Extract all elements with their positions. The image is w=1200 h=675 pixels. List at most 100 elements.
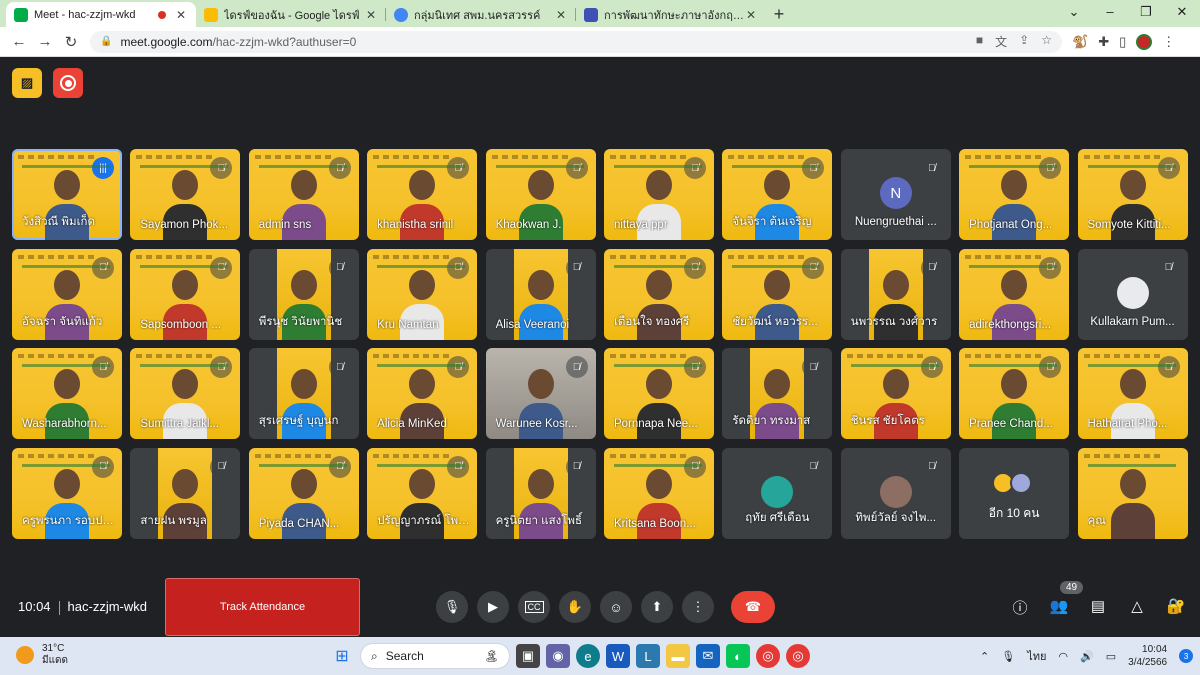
tab-meet[interactable]: Meet - hac-zzjm-wkd ✕ bbox=[6, 2, 196, 27]
participant-tile[interactable]: 🎙̸ Kullakarn Pum... bbox=[1077, 248, 1188, 340]
tab-drive[interactable]: ไดรฟ์ของฉัน - Google ไดรฟ์ ✕ bbox=[196, 2, 386, 27]
participant-tile[interactable]: 🎙̸ khanistha srinil bbox=[367, 149, 478, 240]
participant-tile[interactable]: 🎙̸ ครูนิตยา แสงโพธิ์ bbox=[485, 447, 596, 539]
participant-tile[interactable]: 🎙̸ Sayamon Phok... bbox=[130, 149, 241, 240]
participant-tile[interactable]: 🎙̸ ฤทัย ศรีเดือน bbox=[722, 447, 833, 539]
extension-icon[interactable]: 🐒 bbox=[1072, 34, 1088, 50]
reactions-button[interactable]: ☺ bbox=[600, 591, 632, 623]
participant-tile[interactable]: คุณ bbox=[1077, 447, 1188, 539]
close-tab-icon[interactable]: ✕ bbox=[744, 8, 758, 22]
camera-button[interactable]: ▶ bbox=[477, 591, 509, 623]
tab-english-skills[interactable]: การพัฒนาทักษะภาษาอังกฤษ English ✕ bbox=[576, 2, 766, 27]
bookmark-star-icon[interactable]: ☆ bbox=[1041, 33, 1052, 50]
mail-icon[interactable]: ✉ bbox=[696, 644, 720, 668]
close-window-button[interactable]: ✕ bbox=[1164, 0, 1200, 27]
participant-tile[interactable]: 🎙̸ Warunee Kosr... bbox=[485, 348, 596, 440]
back-button[interactable]: ← bbox=[6, 33, 32, 50]
taskbar-search[interactable]: ⌕ Search 🏝 bbox=[360, 643, 510, 669]
translate-icon[interactable]: 文 bbox=[995, 33, 1007, 50]
reload-button[interactable]: ↻ bbox=[58, 33, 84, 51]
wifi-icon[interactable]: ◠ bbox=[1058, 650, 1068, 663]
participant-tile[interactable]: 🎙̸ ชินรส ชัยโคตร bbox=[840, 348, 951, 440]
side-panel-icon[interactable]: ▯ bbox=[1119, 34, 1126, 50]
restore-button[interactable]: ❐ bbox=[1128, 0, 1164, 27]
forward-button[interactable]: → bbox=[32, 33, 58, 50]
people-button[interactable]: 👥 bbox=[1049, 597, 1069, 618]
participant-tile[interactable]: 🎙̸ Sapsomboon ... bbox=[130, 248, 241, 340]
task-view-icon[interactable]: ▣ bbox=[516, 644, 540, 668]
participant-tile[interactable]: 🎙̸ Kru Namtan bbox=[367, 248, 478, 340]
participant-tile[interactable]: 🎙̸ Photjanat Ong... bbox=[959, 149, 1070, 240]
participant-tile[interactable]: 🎙̸ รัดดิยา ทรงมาส bbox=[722, 348, 833, 440]
track-attendance-button[interactable]: Track Attendance bbox=[165, 578, 360, 636]
participant-tile[interactable]: 🎙̸ Hathairat Pho... bbox=[1077, 348, 1188, 440]
participant-tile[interactable]: 🎙̸ นพวรรณ วงศ์วาร bbox=[840, 248, 951, 340]
participant-tile[interactable]: 🎙̸ admin sns bbox=[248, 149, 359, 240]
lock-icon[interactable]: 🔒 bbox=[100, 36, 112, 47]
participant-tile[interactable]: 🎙̸ จันจิรา ต้นเจริญ bbox=[722, 149, 833, 240]
present-button[interactable]: ⬆ bbox=[641, 591, 673, 623]
profile-avatar[interactable] bbox=[1136, 33, 1153, 50]
menu-kebab-icon[interactable]: ⋮ bbox=[1162, 34, 1175, 50]
windows-start-icon[interactable]: ⊞ bbox=[330, 644, 354, 668]
chat-button[interactable]: ▤ bbox=[1088, 597, 1108, 618]
volume-icon[interactable]: 🔊 bbox=[1080, 650, 1094, 663]
captions-button[interactable]: CC bbox=[518, 591, 550, 623]
participant-tile[interactable]: 🎙̸ Somyote Kittiti... bbox=[1077, 149, 1188, 240]
line-l-icon[interactable]: L bbox=[636, 644, 660, 668]
clock[interactable]: 10:04 3/4/2566 bbox=[1128, 643, 1167, 669]
participant-tile[interactable]: 🎙̸ Kritsana Boon... bbox=[603, 447, 714, 539]
meeting-details-button[interactable]: ⓘ bbox=[1010, 597, 1030, 618]
hide-self-view-button[interactable]: ▨ bbox=[12, 68, 42, 98]
raise-hand-button[interactable]: ✋ bbox=[559, 591, 591, 623]
activities-button[interactable]: △ bbox=[1127, 597, 1147, 618]
camera-in-use-icon[interactable]: ■ bbox=[976, 33, 983, 50]
participant-tile[interactable]: N 🎙̸ Nuengruethai ... bbox=[840, 149, 951, 240]
address-bar[interactable]: 🔒 meet.google.com /hac-zzjm-wkd?authuser… bbox=[90, 30, 1062, 53]
participant-tile[interactable]: 🎙̸ Khaokwan J. bbox=[485, 149, 596, 240]
notification-badge[interactable]: 3 bbox=[1179, 649, 1194, 663]
participant-tile[interactable]: 🎙̸ พีรนุช วินัยพานิช bbox=[248, 248, 359, 340]
weather-widget[interactable]: 31°C มีแดด bbox=[16, 643, 68, 667]
word-icon[interactable]: W bbox=[606, 644, 630, 668]
participant-tile[interactable]: 🎙̸ สายฝน พรมูล bbox=[130, 447, 241, 539]
show-hidden-icons-icon[interactable]: ⌃ bbox=[980, 650, 989, 663]
participant-tile[interactable]: 🎙̸ Washarabhorn... bbox=[12, 348, 122, 440]
input-language[interactable]: ไทย bbox=[1027, 647, 1046, 665]
share-icon[interactable]: ⇪ bbox=[1019, 33, 1029, 50]
participant-tile[interactable]: 🎙̸ Sumittra Jaikl... bbox=[130, 348, 241, 440]
participant-tile[interactable]: 🎙̸ อัจฉรา จันทิแก้ว bbox=[12, 248, 122, 340]
teams-chat-icon[interactable]: ◉ bbox=[546, 644, 570, 668]
mic-button[interactable]: 🎙 bbox=[436, 591, 468, 623]
edge-icon[interactable]: e bbox=[576, 644, 600, 668]
host-controls-button[interactable]: 🔐 bbox=[1166, 597, 1186, 618]
tab-search-button[interactable]: ⌄ bbox=[1056, 0, 1092, 27]
close-tab-icon[interactable]: ✕ bbox=[364, 8, 378, 22]
new-tab-button[interactable]: + bbox=[766, 2, 792, 27]
participant-tile[interactable]: 🎙̸ nittaya ppr bbox=[603, 149, 714, 240]
participant-tile[interactable]: 🎙̸ Pornnapa Nee... bbox=[603, 348, 714, 440]
mic-tray-icon[interactable]: 🎙 bbox=[1001, 650, 1015, 663]
chrome-icon[interactable]: ◎ bbox=[756, 644, 780, 668]
participant-tile[interactable]: 🎙̸ adirekthongsri... bbox=[959, 248, 1070, 340]
participant-tile[interactable]: 🎙̸ Alicia MinKed bbox=[367, 348, 478, 440]
close-tab-icon[interactable]: ✕ bbox=[174, 8, 188, 22]
participant-tile[interactable]: 🎙̸ สุรเศรษฐ์ บุญนก bbox=[248, 348, 359, 440]
close-tab-icon[interactable]: ✕ bbox=[554, 8, 568, 22]
line-app-icon[interactable]: ◐ bbox=[726, 644, 750, 668]
participant-tile[interactable]: 🎙̸ ทิพย์วัลย์ จงไพ... bbox=[840, 447, 951, 539]
participant-tile[interactable]: อีก 10 คน bbox=[959, 447, 1070, 539]
participant-tile[interactable]: 🎙̸ Piyada CHAN... bbox=[248, 447, 359, 539]
puzzle-extensions-icon[interactable]: ✚ bbox=[1098, 34, 1109, 50]
participant-tile[interactable]: 🎙̸ Alisa Veeranoi bbox=[485, 248, 596, 340]
participant-tile[interactable]: 🎙̸ Pranee Chand... bbox=[959, 348, 1070, 440]
more-options-button[interactable]: ⋮ bbox=[682, 591, 714, 623]
chrome-profile-icon[interactable]: ◎ bbox=[786, 644, 810, 668]
participant-tile[interactable]: 🎙̸ เตือนใจ ทองศรี bbox=[603, 248, 714, 340]
leave-call-button[interactable]: ☎ bbox=[731, 591, 775, 623]
battery-icon[interactable]: ▭ bbox=[1106, 650, 1116, 663]
recording-button[interactable] bbox=[53, 68, 83, 98]
participant-tile[interactable]: 🎙̸ ปรัญญาภรณ์ โพธิ์ไพ... bbox=[367, 447, 478, 539]
participant-tile[interactable]: 🎙̸ ครูพรนภา รอบประ... bbox=[12, 447, 122, 539]
participant-tile[interactable]: ||| วังสิวณี พิมเก็ด bbox=[12, 149, 122, 240]
